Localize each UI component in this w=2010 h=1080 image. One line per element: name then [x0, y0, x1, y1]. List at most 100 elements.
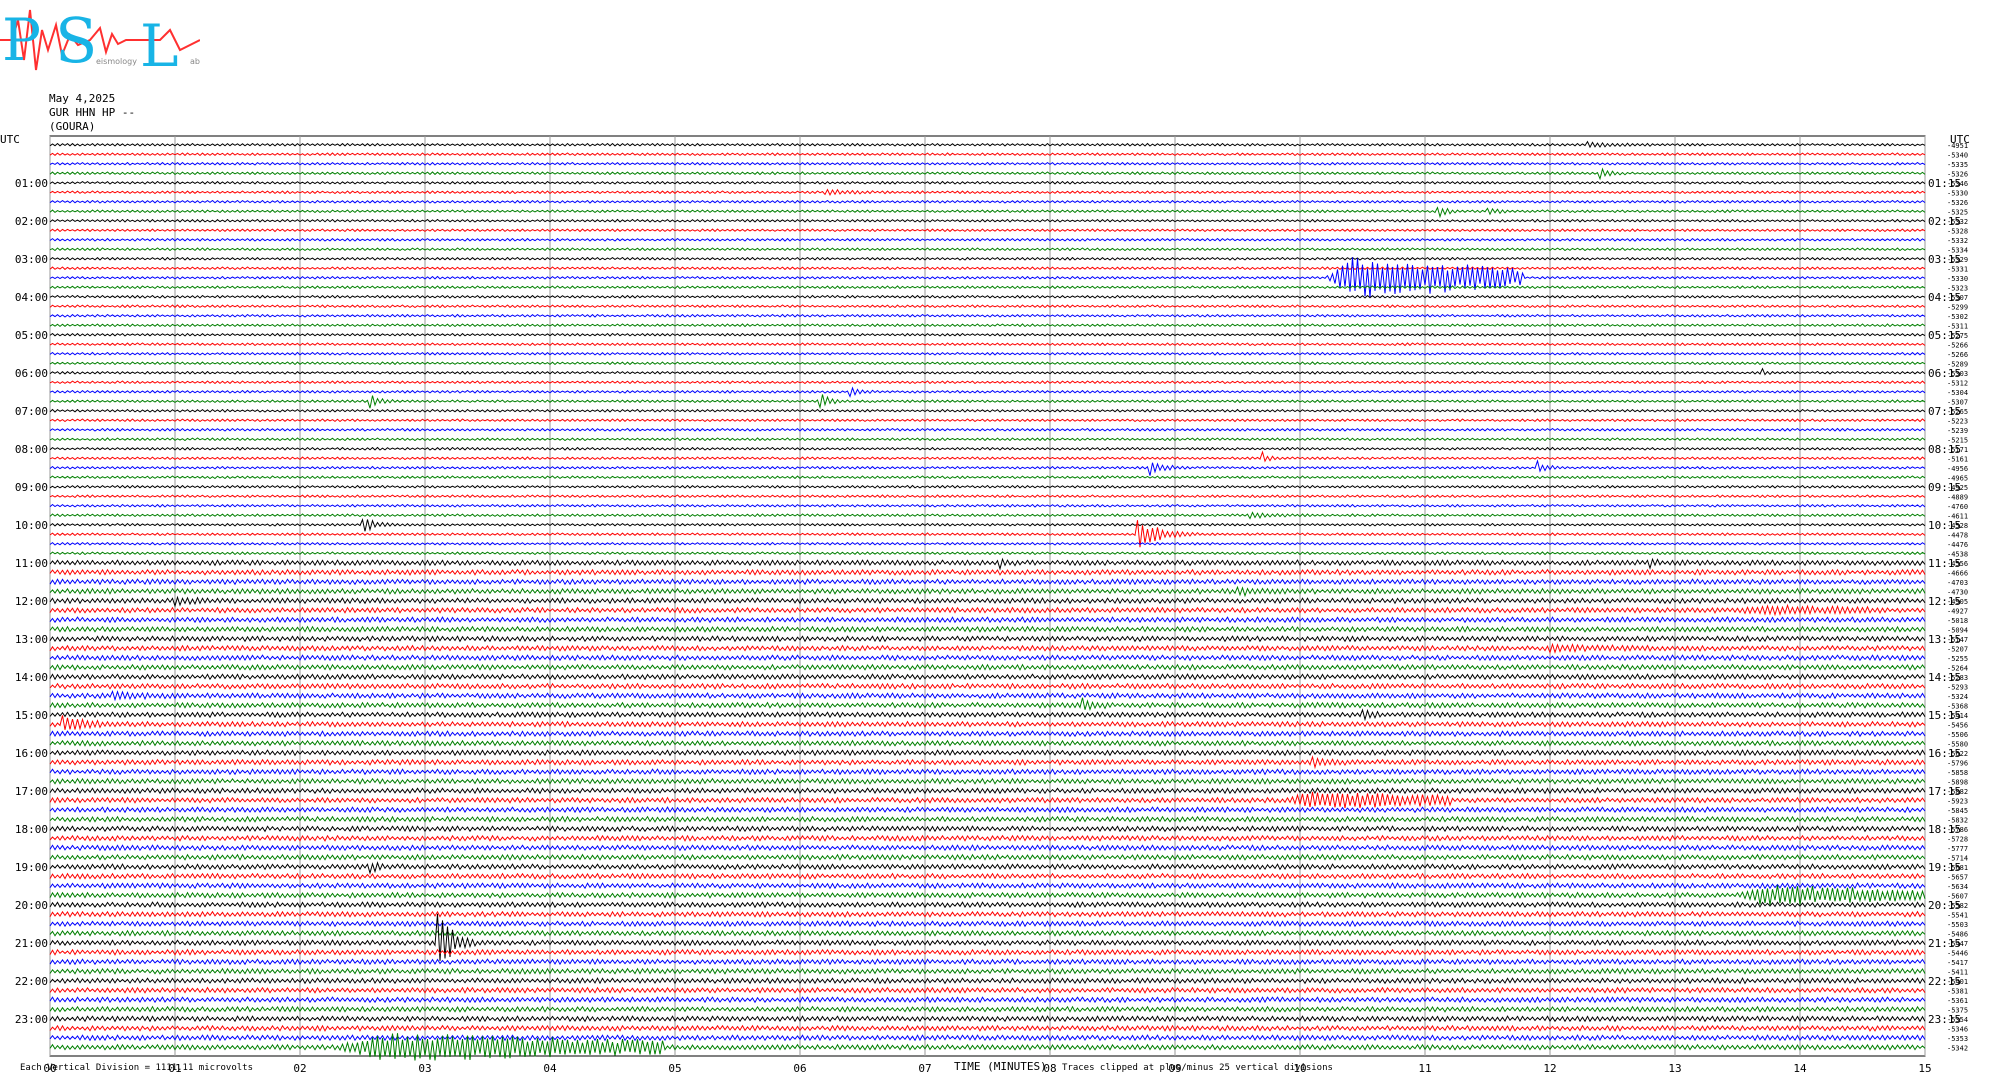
trace-line — [49, 380, 1926, 385]
trace-value-label: -5330 — [1947, 189, 1968, 197]
hour-label-left: 03:00 — [15, 253, 48, 266]
trace-value-label: -5858 — [1947, 769, 1968, 777]
trace-line — [49, 654, 1926, 662]
hour-label-left: 09:00 — [15, 481, 48, 494]
trace-line — [49, 361, 1926, 366]
hour-label-right: 19:15 — [1928, 861, 1961, 874]
trace-line — [49, 427, 1926, 432]
trace-value-label: -5326 — [1947, 199, 1968, 207]
footer-clip-note: Traces clipped at plus/minus 25 vertical… — [1062, 1063, 1333, 1073]
trace-value-label: -4478 — [1947, 531, 1968, 539]
trace-value-label: -4476 — [1947, 541, 1968, 549]
trace-line — [49, 616, 1926, 624]
trace-line — [49, 437, 1926, 442]
hour-label-left: 11:00 — [15, 557, 48, 570]
trace-line — [49, 815, 1926, 823]
trace-line — [49, 967, 1926, 975]
trace-value-label: -4889 — [1947, 493, 1968, 501]
trace-value-label: -4666 — [1947, 569, 1968, 577]
trace-line — [49, 484, 1926, 489]
hour-label-left: 20:00 — [15, 899, 48, 912]
hour-label-right: 02:15 — [1928, 215, 1961, 228]
hour-label-left: 07:00 — [15, 405, 48, 418]
hour-label-right: 09:15 — [1928, 481, 1961, 494]
trace-line — [49, 730, 1926, 738]
hour-label-right: 21:15 — [1928, 937, 1961, 950]
trace-line — [49, 825, 1926, 833]
x-tick-label: 06 — [793, 1062, 806, 1075]
x-axis-title: TIME (MINUTES) — [954, 1060, 1047, 1073]
trace-line — [49, 180, 1926, 185]
x-tick-label: 14 — [1793, 1062, 1807, 1075]
trace-value-label: -5302 — [1947, 313, 1968, 321]
trace-value-label: -4760 — [1947, 503, 1968, 511]
trace-line — [49, 386, 1926, 398]
hour-label-left: 21:00 — [15, 937, 48, 950]
x-tick-label: 12 — [1543, 1062, 1556, 1075]
trace-line — [49, 503, 1926, 508]
hour-label-left: 13:00 — [15, 633, 48, 646]
hour-label-right: 10:15 — [1928, 519, 1961, 532]
trace-line — [49, 986, 1926, 994]
trace-line — [49, 494, 1926, 499]
trace-line — [49, 551, 1926, 556]
x-tick-label: 13 — [1668, 1062, 1681, 1075]
trace-line — [49, 861, 1926, 875]
trace-line — [49, 351, 1926, 356]
trace-line — [49, 663, 1926, 671]
trace-line — [49, 920, 1926, 928]
hour-label-right: 06:15 — [1928, 367, 1961, 380]
hour-label-left: 14:00 — [15, 671, 48, 684]
trace-value-label: -5266 — [1947, 351, 1968, 359]
trace-line — [49, 642, 1926, 655]
x-tick-label: 04 — [543, 1062, 557, 1075]
trace-line — [49, 167, 1926, 181]
hour-label-right: 23:15 — [1928, 1013, 1961, 1026]
hour-label-right: 17:15 — [1928, 785, 1961, 798]
trace-value-label: -5312 — [1947, 379, 1968, 387]
trace-line — [49, 708, 1926, 722]
trace-line — [49, 625, 1926, 633]
hour-label-left: 18:00 — [15, 823, 48, 836]
trace-line — [49, 853, 1926, 861]
trace-value-label: -5255 — [1947, 655, 1968, 663]
trace-line — [49, 266, 1926, 271]
hour-label-right: 16:15 — [1928, 747, 1961, 760]
trace-value-label: -5266 — [1947, 341, 1968, 349]
x-tick-label: 05 — [668, 1062, 681, 1075]
trace-value-label: -5330 — [1947, 275, 1968, 283]
trace-line — [49, 257, 1926, 298]
trace-value-label: -5381 — [1947, 987, 1968, 995]
trace-value-label: -5331 — [1947, 265, 1968, 273]
trace-line — [49, 218, 1926, 223]
hour-label-right: 12:15 — [1928, 595, 1961, 608]
hour-label-right: 13:15 — [1928, 633, 1961, 646]
hour-label-left: 17:00 — [15, 785, 48, 798]
trace-value-label: -5353 — [1947, 1035, 1968, 1043]
trace-line — [49, 323, 1926, 328]
trace-value-label: -5417 — [1947, 959, 1968, 967]
trace-value-label: -5541 — [1947, 911, 1968, 919]
trace-line — [49, 787, 1926, 795]
trace-line — [49, 635, 1926, 643]
trace-value-label: -5324 — [1947, 693, 1968, 701]
hour-label-left: 02:00 — [15, 215, 48, 228]
trace-value-label: -5304 — [1947, 389, 1968, 397]
trace-line — [49, 313, 1926, 318]
hour-label-left: 12:00 — [15, 595, 48, 608]
trace-value-label: -5657 — [1947, 873, 1968, 881]
hour-label-left: 01:00 — [15, 177, 48, 190]
trace-line — [49, 910, 1926, 918]
hour-label-left: 15:00 — [15, 709, 48, 722]
trace-value-label: -5923 — [1947, 797, 1968, 805]
hour-label-right: 18:15 — [1928, 823, 1961, 836]
trace-line — [49, 342, 1926, 347]
trace-line — [49, 450, 1926, 463]
trace-line — [49, 140, 1926, 149]
hour-label-right: 14:15 — [1928, 671, 1961, 684]
trace-line — [49, 332, 1926, 337]
trace-line — [49, 777, 1926, 785]
hour-label-right: 20:15 — [1928, 899, 1961, 912]
trace-line — [49, 1034, 1926, 1042]
hour-label-left: 22:00 — [15, 975, 48, 988]
